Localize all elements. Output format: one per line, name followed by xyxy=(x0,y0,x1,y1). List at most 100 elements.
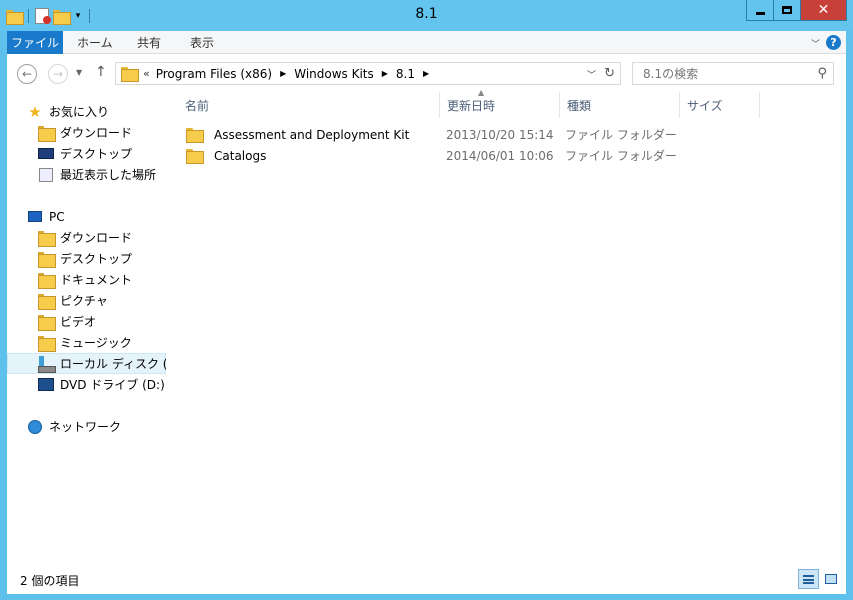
file-type: ファイル フォルダー xyxy=(565,128,677,142)
folder-icon xyxy=(186,149,204,164)
nav-item-label: ミュージック xyxy=(60,336,132,350)
arrow-left-icon: ← xyxy=(21,67,33,81)
search-input[interactable] xyxy=(633,66,803,81)
close-button[interactable]: ✕ xyxy=(800,0,847,21)
details-view-icon xyxy=(803,574,814,584)
nav-pc-pictures[interactable]: ピクチャ xyxy=(7,290,166,311)
downloads-folder-icon xyxy=(38,125,56,142)
desktop-folder-icon xyxy=(38,251,56,268)
nav-item-label: ドキュメント xyxy=(60,273,133,287)
back-button[interactable]: ← xyxy=(17,64,37,84)
network-icon xyxy=(27,419,43,435)
refresh-icon[interactable]: ↻ xyxy=(604,66,615,81)
breadcrumb-windows-kits[interactable]: Windows Kits xyxy=(294,67,374,81)
file-type: ファイル フォルダー xyxy=(565,149,677,163)
nav-recent-places[interactable]: 最近表示した場所 xyxy=(7,164,166,185)
nav-pc-videos[interactable]: ビデオ xyxy=(7,311,166,332)
address-bar[interactable]: « Program Files (x86) ▶ Windows Kits ▶ 8… xyxy=(115,62,621,85)
nav-item-label: ローカル ディスク (C:) xyxy=(60,357,166,371)
large-icons-view-button[interactable] xyxy=(820,569,841,589)
nav-favorites-desktop[interactable]: デスクトップ xyxy=(7,143,166,164)
column-header-name[interactable]: 名前 xyxy=(178,92,440,118)
nav-favorites-downloads[interactable]: ダウンロード xyxy=(7,122,166,143)
minimize-button[interactable] xyxy=(746,0,774,21)
search-box: ⚲ xyxy=(632,62,834,85)
title-bar: ▾ 8.1 ✕ xyxy=(0,0,853,31)
videos-folder-icon xyxy=(38,314,56,331)
file-name-cell: Assessment and Deployment Kit xyxy=(186,127,410,143)
nav-item-label: デスクトップ xyxy=(60,252,133,266)
breadcrumb-chevron-icon[interactable]: ▶ xyxy=(382,69,388,78)
item-count: 2 個の項目 xyxy=(20,574,80,588)
nav-item-label: ダウンロード xyxy=(60,126,133,140)
nav-item-label: 最近表示した場所 xyxy=(60,168,157,182)
close-icon: ✕ xyxy=(817,2,830,18)
details-view-button[interactable] xyxy=(798,569,819,589)
tab-file[interactable]: ファイル xyxy=(7,31,63,54)
pc-icon xyxy=(27,209,43,225)
table-row[interactable]: Assessment and Deployment Kit 2013/10/20… xyxy=(178,124,760,145)
large-icons-view-icon xyxy=(824,574,837,584)
column-header-modified[interactable]: 更新日時 xyxy=(440,92,560,118)
window-controls: ✕ xyxy=(746,0,847,21)
navigation-pane: ★ お気に入り ダウンロード デスクトップ 最近表示した場所 PC ダウンロード… xyxy=(7,92,166,563)
file-modified: 2013/10/20 15:14 xyxy=(446,127,554,142)
forward-button[interactable]: → xyxy=(48,64,68,84)
recent-places-icon xyxy=(38,167,54,183)
nav-item-label: ピクチャ xyxy=(60,294,108,308)
local-disk-icon xyxy=(38,355,56,373)
file-modified: 2014/06/01 10:06 xyxy=(446,148,554,163)
breadcrumb-chevron-icon[interactable]: ▶ xyxy=(280,69,286,78)
desktop-icon xyxy=(38,146,54,162)
documents-folder-icon xyxy=(38,272,56,289)
file-name: Catalogs xyxy=(214,148,267,163)
nav-local-disk-c[interactable]: ローカル ディスク (C:) xyxy=(7,353,166,374)
main-area: ★ お気に入り ダウンロード デスクトップ 最近表示した場所 PC ダウンロード… xyxy=(7,88,846,563)
nav-item-label: PC xyxy=(49,209,65,224)
breadcrumb-overflow[interactable]: « xyxy=(143,67,150,80)
folder-icon xyxy=(121,67,139,82)
folder-icon xyxy=(186,128,204,143)
recent-locations-dropdown[interactable]: ▼ xyxy=(76,68,82,77)
nav-favorites[interactable]: ★ お気に入り xyxy=(7,101,166,122)
tab-view[interactable]: 表示 xyxy=(190,31,214,54)
nav-network[interactable]: ネットワーク xyxy=(7,416,166,437)
nav-dvd-drive-d[interactable]: DVD ドライブ (D:) S xyxy=(7,374,166,395)
star-icon: ★ xyxy=(28,102,42,121)
nav-pc-documents[interactable]: ドキュメント xyxy=(7,269,166,290)
nav-pc[interactable]: PC xyxy=(7,206,166,227)
help-icon[interactable]: ? xyxy=(826,35,841,50)
chevron-down-icon[interactable]: ﹀ xyxy=(587,68,596,81)
maximize-button[interactable] xyxy=(773,0,801,21)
arrow-right-icon: → xyxy=(52,67,64,81)
pictures-folder-icon xyxy=(38,293,56,310)
file-name: Assessment and Deployment Kit xyxy=(214,127,410,142)
nav-item-label: デスクトップ xyxy=(60,147,133,161)
column-headers: ▲ 名前 更新日時 種類 サイズ xyxy=(178,88,760,118)
ribbon-tabs: ファイル ホーム 共有 表示 ﹀ ? xyxy=(7,31,846,54)
column-header-size[interactable]: サイズ xyxy=(680,92,760,118)
breadcrumb-program-files[interactable]: Program Files (x86) xyxy=(156,67,272,81)
minimize-icon xyxy=(755,11,765,15)
breadcrumb-8-1[interactable]: 8.1 xyxy=(396,67,415,81)
nav-pc-desktop[interactable]: デスクトップ xyxy=(7,248,166,269)
navigation-bar: ← → ▼ ↑ « Program Files (x86) ▶ Windows … xyxy=(7,54,846,92)
column-header-type[interactable]: 種類 xyxy=(560,92,680,118)
status-bar: 2 個の項目 xyxy=(7,563,846,594)
up-button[interactable]: ↑ xyxy=(95,64,107,80)
expand-ribbon-icon[interactable]: ﹀ xyxy=(811,37,820,50)
table-row[interactable]: Catalogs 2014/06/01 10:06 ファイル フォルダー xyxy=(178,145,760,166)
tab-share[interactable]: 共有 xyxy=(137,31,161,54)
maximize-icon xyxy=(782,6,792,14)
nav-item-label: ダウンロード xyxy=(60,231,133,245)
nav-item-label: お気に入り xyxy=(49,105,110,119)
breadcrumb-chevron-icon[interactable]: ▶ xyxy=(423,69,429,78)
dvd-drive-icon xyxy=(38,377,54,393)
search-icon[interactable]: ⚲ xyxy=(817,66,827,81)
nav-pc-downloads[interactable]: ダウンロード xyxy=(7,227,166,248)
nav-pc-music[interactable]: ミュージック xyxy=(7,332,166,353)
tab-home[interactable]: ホーム xyxy=(77,31,113,54)
file-name-cell: Catalogs xyxy=(186,148,267,164)
music-folder-icon xyxy=(38,335,56,352)
downloads-folder-icon xyxy=(38,230,56,247)
